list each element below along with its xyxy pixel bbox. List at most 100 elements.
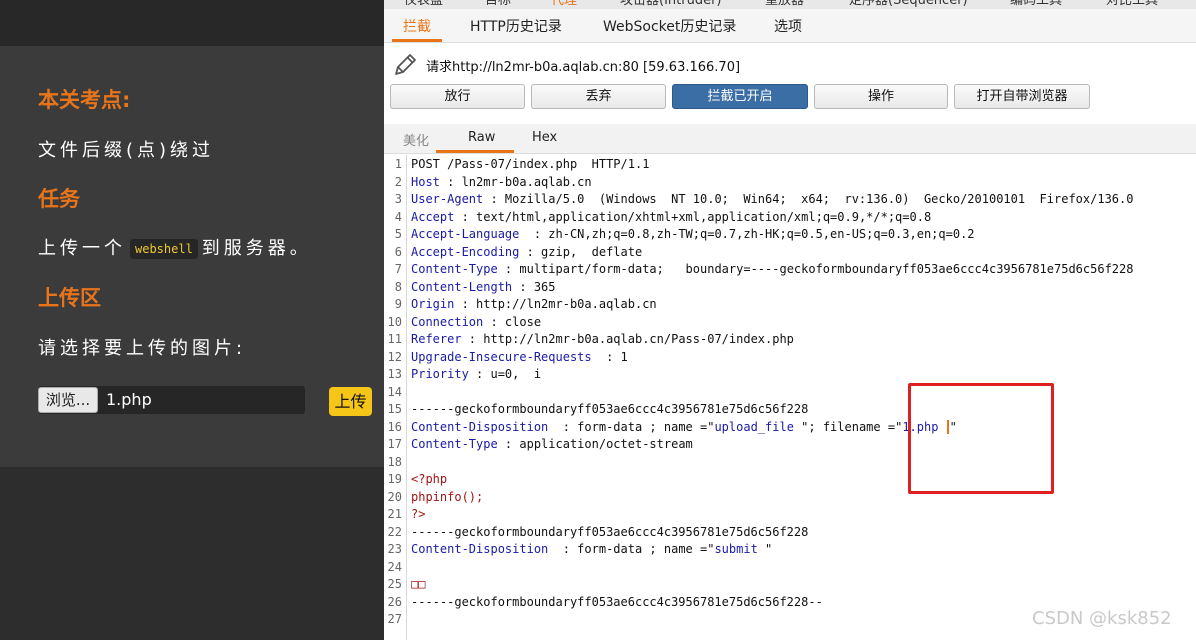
line-number: 24 xyxy=(387,559,402,574)
header-name: Accept xyxy=(411,209,455,224)
line-number: 6 xyxy=(394,244,402,259)
header-name: Host xyxy=(411,174,440,189)
header-name: Accept-Language xyxy=(411,227,520,241)
header-value: : http://ln2mr-b0a.aqlab.cn xyxy=(454,297,657,311)
file-input[interactable]: 浏览... 1.php xyxy=(38,386,305,414)
browse-button[interactable]: 浏览... xyxy=(38,387,98,413)
code-line-12: Upgrade-Insecure-Requests : 1 xyxy=(411,350,628,364)
header-value: : text/html,application/xhtml+xml,applic… xyxy=(454,209,932,224)
line-number: 1 xyxy=(394,157,402,171)
tab-websocket-history[interactable]: WebSocket历史记录 xyxy=(603,16,736,36)
code-line-7: Content-Type : multipart/form-data; boun… xyxy=(411,262,1133,276)
line-number: 13 xyxy=(387,367,402,381)
line-number: 20 xyxy=(387,489,402,504)
code-line-1: POST /Pass-07/index.php HTTP/1.1 xyxy=(411,157,650,171)
tab-proxy[interactable]: 代理 xyxy=(551,0,577,8)
code-line-9: Origin : http://ln2mr-b0a.aqlab.cn xyxy=(411,297,657,311)
line-number: 12 xyxy=(387,349,402,364)
tab-hex[interactable]: Hex xyxy=(532,130,557,145)
active-view-indicator xyxy=(436,150,514,153)
code-line-25: □□ xyxy=(411,577,426,591)
upload-button[interactable]: 上传 xyxy=(329,387,372,416)
header-value: : 365 xyxy=(512,279,556,294)
highlight-box xyxy=(908,383,1054,494)
code-line-16: Content-Disposition : form-data ; name =… xyxy=(411,419,957,434)
code-line-21: ?> xyxy=(411,507,426,521)
page-top-bar xyxy=(0,0,384,46)
action-button[interactable]: 操作 xyxy=(814,84,948,109)
header-name: Content-Type xyxy=(411,437,498,451)
disposition-part: "; filename =" xyxy=(793,419,903,434)
message-view-tab-bar: 美化 Raw Hex xyxy=(384,124,1196,154)
line-number: 11 xyxy=(387,332,402,346)
task-text-after: 到服务器。 xyxy=(201,238,312,259)
drop-button[interactable]: 丢弃 xyxy=(531,84,666,109)
header-value: : zh-CN,zh;q=0.8,zh-TW;q=0.7,zh-HK;q=0.5… xyxy=(519,227,975,241)
tab-dashboard[interactable]: 仪表盘 xyxy=(404,0,443,8)
header-name: Content-Disposition xyxy=(411,542,549,556)
forward-button[interactable]: 放行 xyxy=(390,84,525,109)
selected-file-name: 1.php xyxy=(106,390,152,409)
line-number: 21 xyxy=(387,507,402,521)
pencil-icon[interactable] xyxy=(392,52,418,78)
code-line-23: Content-Disposition : form-data ; name =… xyxy=(411,542,772,556)
header-value: : gzip, deflate xyxy=(519,244,643,259)
tab-repeater[interactable]: 重放器 xyxy=(765,0,804,8)
task-heading: 任务 xyxy=(38,187,80,211)
open-browser-button[interactable]: 打开自带浏览器 xyxy=(954,84,1090,109)
tab-decoder[interactable]: 编码工具 xyxy=(1010,0,1062,8)
line-number: 10 xyxy=(387,314,402,329)
line-number: 26 xyxy=(387,594,402,609)
line-number: 27 xyxy=(387,612,402,626)
header-value: : application/octet-stream xyxy=(497,437,693,451)
code-line-22: ------geckoformboundaryff053ae6ccc4c3956… xyxy=(411,524,809,539)
disposition-part: : form-data ; name =" xyxy=(548,542,715,556)
tab-raw[interactable]: Raw xyxy=(468,130,495,145)
line-number: 25 xyxy=(387,577,402,591)
code-line-26: ------geckoformboundaryff053ae6ccc4c3956… xyxy=(411,594,823,609)
line-number: 4 xyxy=(394,209,402,224)
tab-sequencer[interactable]: 定序器(Sequencer) xyxy=(849,0,968,8)
code-line-8: Content-Length : 365 xyxy=(411,280,556,294)
intercept-toggle-button[interactable]: 拦截已开启 xyxy=(672,84,808,109)
code-line-15: ------geckoformboundaryff053ae6ccc4c3956… xyxy=(411,402,809,416)
burp-proxy-panel: 仪表盘 目标 代理 攻击器(Intruder) 重放器 定序器(Sequence… xyxy=(384,0,1196,640)
upload-heading: 上传区 xyxy=(38,286,101,310)
line-number: 22 xyxy=(387,524,402,539)
code-line-17: Content-Type : application/octet-stream xyxy=(411,437,693,451)
request-target: 请求http://ln2mr-b0a.aqlab.cn:80 [59.63.16… xyxy=(426,60,741,75)
header-value: : 1 xyxy=(591,349,628,364)
line-number: 16 xyxy=(387,419,402,434)
line-number: 23 xyxy=(387,542,402,556)
tab-http-history[interactable]: HTTP历史记录 xyxy=(470,16,562,36)
task-text-before: 上传一个 xyxy=(38,238,126,259)
header-name: Referer xyxy=(411,332,462,346)
raw-request-editor[interactable]: 1 2 3 4 5 6 7 8 9 10 11 12 13 14 15 16 17 18 19 20 21 22 23 24 2… xyxy=(384,155,1196,640)
main-tab-bar: 仪表盘 目标 代理 攻击器(Intruder) 重放器 定序器(Sequence… xyxy=(384,0,1196,9)
line-number: 5 xyxy=(394,227,402,241)
tab-pretty[interactable]: 美化 xyxy=(403,130,429,149)
line-number: 19 xyxy=(387,472,402,486)
code-line-2: Host : ln2mr-b0a.aqlab.cn xyxy=(411,175,592,189)
line-number: 7 xyxy=(394,262,402,276)
tab-intruder[interactable]: 攻击器(Intruder) xyxy=(620,0,722,8)
code-line-6: Accept-Encoding : gzip, deflate xyxy=(411,245,642,259)
line-number: 18 xyxy=(387,454,402,469)
tab-options[interactable]: 选项 xyxy=(774,16,802,36)
disposition-part: : form-data ; name =" xyxy=(548,419,715,434)
tab-comparer[interactable]: 对比工具 xyxy=(1106,0,1158,8)
header-value: : Mozilla/5.0 (Windows NT 10.0; Win64; x… xyxy=(483,192,1134,206)
code-line-11: Referer : http://ln2mr-b0a.aqlab.cn/Pass… xyxy=(411,332,794,346)
header-value: : u=0, i xyxy=(468,367,542,381)
task-text: 上传一个 webshell 到服务器。 xyxy=(38,234,312,260)
tab-target[interactable]: 目标 xyxy=(485,0,511,8)
code-line-20: phpinfo(); xyxy=(411,489,484,504)
line-number: 17 xyxy=(387,437,402,451)
header-name: Origin xyxy=(411,297,455,311)
code-line-3: User-Agent : Mozilla/5.0 (Windows NT 10.… xyxy=(411,192,1133,206)
header-value: : multipart/form-data; boundary=----geck… xyxy=(497,262,1134,276)
header-value: : close xyxy=(483,314,542,329)
code-line-19: <?php xyxy=(411,472,448,486)
header-name: User-Agent xyxy=(411,192,484,206)
tab-intercept[interactable]: 拦截 xyxy=(403,16,431,36)
